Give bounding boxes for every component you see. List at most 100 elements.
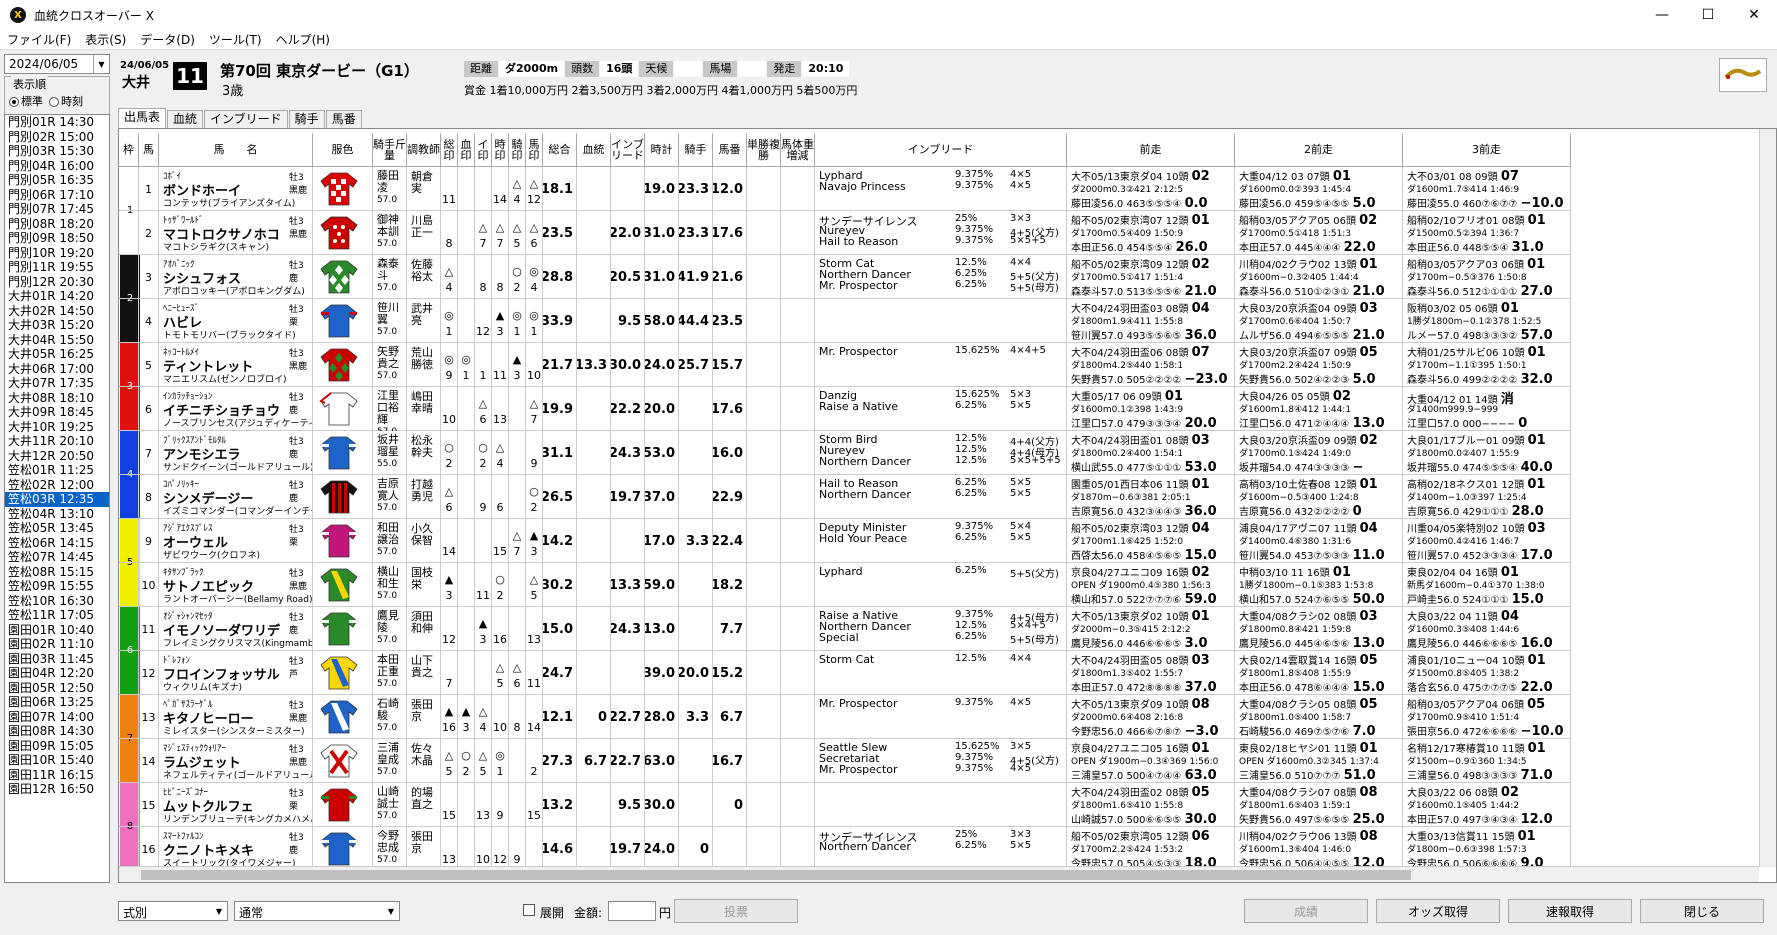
mark-symbol[interactable]: ◎: [441, 353, 457, 366]
race-list-item[interactable]: 笠松10R 16:30: [5, 594, 109, 609]
horse-row[interactable]: 5 ﾈｯｺｰﾄﾙﾒｲ 牡3 黒鹿 ティントレット マニエリスム(ゼンノロブロイ) 矢野貴之…: [119, 343, 1571, 387]
jockey-name[interactable]: 江里口裕輝: [377, 390, 406, 426]
mark-symbol[interactable]: △: [509, 221, 525, 234]
mark-symbol[interactable]: ○: [526, 485, 542, 498]
jockey-name[interactable]: 吉原寛人: [377, 478, 406, 502]
jockey-name[interactable]: 矢野貴之: [377, 346, 406, 370]
race-list-item[interactable]: 園田07R 14:00: [5, 710, 109, 725]
tab-entries[interactable]: 出馬表: [118, 108, 167, 128]
column-header[interactable]: 総合: [543, 133, 577, 167]
column-header[interactable]: 馬番: [713, 133, 747, 167]
horse-row[interactable]: 16 ｽﾏｰﾄﾌｧﾙｺﾝ 牡3 鹿クニノトキメキ スイートリック(タイワメジャー) 今野…: [119, 827, 1571, 871]
vote-button[interactable]: 投票: [674, 899, 798, 923]
bet-mode-select[interactable]: 通常 ▼: [234, 901, 400, 921]
horse-row[interactable]: 11 ｵｼﾞｬｼｬﾝﾏｾｯﾀ 牡3 鹿イモノソーダワリデ フレイミングクリスマス(Ki…: [119, 607, 1571, 651]
race-list-item[interactable]: 園田10R 15:40: [5, 753, 109, 768]
race-list-item[interactable]: 大井11R 20:10: [5, 434, 109, 449]
race-list-item[interactable]: 笠松05R 13:45: [5, 521, 109, 536]
odds-button[interactable]: オッズ取得: [1376, 899, 1500, 923]
mark-symbol[interactable]: ◎: [458, 353, 474, 366]
mark-symbol[interactable]: ◎: [492, 749, 508, 762]
jockey-name[interactable]: 御神本訓: [377, 214, 406, 238]
race-list-item[interactable]: 笠松06R 14:15: [5, 536, 109, 551]
race-list-item[interactable]: 門別12R 20:30: [5, 275, 109, 290]
menu-data[interactable]: データ(D): [133, 31, 202, 48]
jockey-name[interactable]: 本田正重: [377, 654, 406, 678]
race-list-item[interactable]: 大井06R 17:00: [5, 362, 109, 377]
race-list-item[interactable]: 園田04R 12:20: [5, 666, 109, 681]
race-list-item[interactable]: 園田08R 14:30: [5, 724, 109, 739]
mark-symbol[interactable]: ◎: [509, 309, 525, 322]
horse-row[interactable]: 4 ﾍﾆｰﾋｭｰｽﾞ 牡3 栗ハビレ トモトモリバー(ブラックタイド) 笹川翼 57.0 武…: [119, 299, 1571, 343]
column-header[interactable]: 調教師: [407, 133, 441, 167]
column-header[interactable]: 前走: [1067, 133, 1235, 167]
mark-symbol[interactable]: △: [509, 177, 525, 190]
race-list-item[interactable]: 大井01R 14:20: [5, 289, 109, 304]
horse-row[interactable]: 7 ﾌﾞﾘｯｸｽｱﾝﾄﾞﾓﾙﾀﾙ 牡3 鹿アンモシエラ サンドクイーン(ゴールドアリュ…: [119, 431, 1571, 475]
column-header[interactable]: インブリード: [611, 133, 645, 167]
column-header[interactable]: 馬印: [526, 133, 543, 167]
mark-symbol[interactable]: △: [526, 221, 542, 234]
race-list-item[interactable]: 大井07R 17:35: [5, 376, 109, 391]
mark-symbol[interactable]: ◎: [441, 309, 457, 322]
mark-symbol[interactable]: ▲: [526, 529, 542, 542]
race-list-item[interactable]: 門別02R 15:00: [5, 130, 109, 145]
column-header[interactable]: インブリード: [815, 133, 1067, 167]
mark-symbol[interactable]: △: [509, 529, 525, 542]
race-list-item[interactable]: 大井02R 14:50: [5, 304, 109, 319]
race-list-item[interactable]: 大井03R 15:20: [5, 318, 109, 333]
mark-symbol[interactable]: △: [475, 221, 491, 234]
race-list-item[interactable]: 笠松04R 13:10: [5, 507, 109, 522]
race-list-item[interactable]: 園田06R 13:25: [5, 695, 109, 710]
flash-button[interactable]: 速報取得: [1508, 899, 1632, 923]
column-header[interactable]: イ印: [475, 133, 492, 167]
column-header[interactable]: 馬: [139, 133, 159, 167]
menu-file[interactable]: ファイル(F): [0, 31, 78, 48]
mark-symbol[interactable]: △: [441, 485, 457, 498]
jockey-name[interactable]: 藤田凌: [377, 170, 406, 194]
column-header[interactable]: 総印: [441, 133, 458, 167]
mark-symbol[interactable]: ◎: [526, 309, 542, 322]
column-header[interactable]: 3前走: [1403, 133, 1571, 167]
mark-symbol[interactable]: △: [475, 749, 491, 762]
horse-row[interactable]: 15 ﾋﾋﾟﾆｰｽﾞｺﾅｰ 牡3 栗ムットクルフェ リンデンブリューテ(キングカメハメ…: [119, 783, 1571, 827]
race-list-item[interactable]: 笠松09R 15:55: [5, 579, 109, 594]
race-list-item[interactable]: 門別09R 18:50: [5, 231, 109, 246]
race-list[interactable]: 門別01R 14:30 門別02R 15:00 門別03R 15:30 門別04R 1…: [4, 114, 110, 883]
race-list-item[interactable]: 笠松07R 14:45: [5, 550, 109, 565]
mark-symbol[interactable]: ○: [458, 749, 474, 762]
race-list-item[interactable]: 笠松03R 12:35: [5, 492, 109, 507]
menu-tools[interactable]: ツール(T): [202, 31, 269, 48]
horse-row[interactable]: 9 ｱｼﾞｱｴｸｽﾌﾟﾚｽ 牡3 栗オーウェル ザビワウーク(クロフネ) 和田譲治 57.…: [119, 519, 1571, 563]
scroll-thumb[interactable]: [141, 870, 1411, 880]
mark-symbol[interactable]: △: [441, 265, 457, 278]
chevron-down-icon[interactable]: ▼: [212, 903, 226, 919]
race-list-item[interactable]: 大井10R 19:25: [5, 420, 109, 435]
race-list-item[interactable]: 門別08R 18:20: [5, 217, 109, 232]
race-list-item[interactable]: 門別04R 16:00: [5, 159, 109, 174]
mark-symbol[interactable]: ▲: [441, 573, 457, 586]
race-list-item[interactable]: 笠松01R 11:25: [5, 463, 109, 478]
horse-row[interactable]: 1 ｺﾎﾞｲ 牡3 黒鹿 ボンドホーイ コンテッサ(ブライアンズタイム) 藤田凌 57.0 朝…: [119, 167, 1571, 211]
race-list-item[interactable]: 門別07R 17:45: [5, 202, 109, 217]
jockey-name[interactable]: 笹川翼: [377, 302, 406, 326]
column-header[interactable]: 血統: [577, 133, 611, 167]
tab-jockey[interactable]: 騎手: [288, 110, 325, 128]
mark-symbol[interactable]: △: [492, 661, 508, 674]
jockey-name[interactable]: 今野忠成: [377, 830, 406, 854]
race-list-item[interactable]: 園田11R 16:15: [5, 768, 109, 783]
mark-symbol[interactable]: ◎: [526, 265, 542, 278]
mark-symbol[interactable]: ○: [441, 441, 457, 454]
race-list-item[interactable]: 門別05R 16:35: [5, 173, 109, 188]
jockey-name[interactable]: 山崎誠士: [377, 786, 406, 810]
horse-row[interactable]: 2 ﾄｩｻﾞﾜｰﾙﾄﾞ 牡3 黒鹿 マコトロクサノホコ マコトシラギク(スキャン) 御神本…: [119, 211, 1571, 255]
column-header[interactable]: 時計: [645, 133, 679, 167]
mark-symbol[interactable]: ▲: [458, 705, 474, 718]
race-list-item[interactable]: 門別11R 19:55: [5, 260, 109, 275]
mark-symbol[interactable]: △: [509, 661, 525, 674]
amount-input[interactable]: [608, 901, 656, 921]
horse-row[interactable]: 8ｺﾊﾟﾉﾘｯｷｰ牡3 鹿シンメデージーイズミコマンダー(コマンダーインチーフ)…: [119, 475, 1571, 519]
race-list-item[interactable]: 大井12R 20:50: [5, 449, 109, 464]
jockey-name[interactable]: 坂井瑠星: [377, 434, 406, 458]
menu-help[interactable]: ヘルプ(H): [269, 31, 337, 48]
